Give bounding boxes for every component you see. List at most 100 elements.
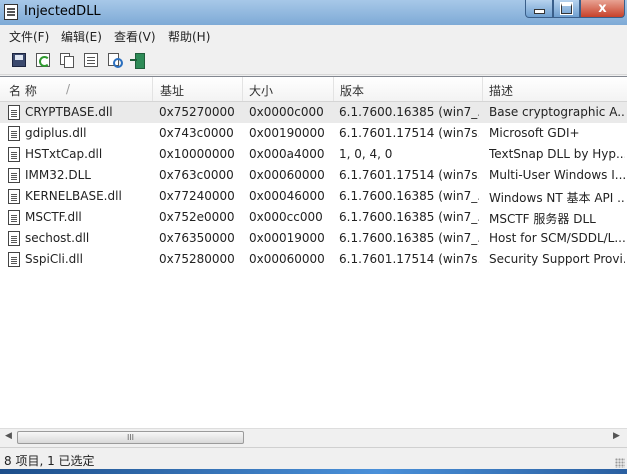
table-row[interactable]: sechost.dll 0x76350000 0x00019000 6.1.76… bbox=[0, 228, 627, 249]
cell-name: gdiplus.dll bbox=[25, 126, 87, 140]
cell-version: 6.1.7601.17514 (win7s... bbox=[339, 168, 479, 182]
cell-description: MSCTF 服务器 DLL bbox=[489, 212, 596, 226]
dll-file-icon bbox=[8, 105, 20, 120]
menu-file[interactable]: 文件(F) bbox=[9, 28, 49, 45]
cell-base: 0x76350000 bbox=[159, 231, 235, 245]
close-icon: x bbox=[598, 1, 607, 16]
taskbar-strip bbox=[0, 469, 627, 474]
scrollbar-grip-icon: III bbox=[126, 433, 135, 442]
column-header-base[interactable]: 基址 bbox=[160, 82, 184, 99]
dll-file-icon bbox=[8, 126, 20, 141]
cell-name: CRYPTBASE.dll bbox=[25, 105, 113, 119]
exit-icon bbox=[130, 53, 145, 69]
cell-size: 0x00046000 bbox=[249, 189, 325, 203]
menu-help[interactable]: 帮助(H) bbox=[168, 28, 210, 45]
cell-base: 0x763c0000 bbox=[159, 168, 234, 182]
scroll-left-icon[interactable]: ◀ bbox=[5, 431, 12, 441]
cell-description: Multi-User Windows I... bbox=[489, 168, 625, 182]
cell-base: 0x743c0000 bbox=[159, 126, 234, 140]
cell-description: Host for SCM/SDDL/L... bbox=[489, 231, 625, 245]
cell-version: 1, 0, 4, 0 bbox=[339, 147, 393, 161]
search-button[interactable] bbox=[106, 51, 124, 69]
save-icon bbox=[12, 53, 26, 67]
window-title: InjectedDLL bbox=[24, 4, 101, 19]
resize-grip-icon[interactable] bbox=[615, 458, 625, 468]
cell-description: TextSnap DLL by Hyp... bbox=[489, 147, 625, 161]
column-divider[interactable] bbox=[152, 77, 153, 101]
cell-name: HSTxtCap.dll bbox=[25, 147, 103, 161]
cell-base: 0x10000000 bbox=[159, 147, 235, 161]
scrollbar-thumb[interactable]: III bbox=[17, 431, 244, 444]
cell-name: sechost.dll bbox=[25, 231, 90, 245]
dll-file-icon bbox=[8, 231, 20, 246]
toolbar bbox=[0, 47, 627, 75]
table-row[interactable]: IMM32.DLL 0x763c0000 0x00060000 6.1.7601… bbox=[0, 165, 627, 186]
app-icon bbox=[4, 4, 18, 20]
save-button[interactable] bbox=[10, 51, 28, 69]
cell-description: Security Support Provi... bbox=[489, 252, 625, 266]
dll-list[interactable]: 名 称 / 基址 大小 版本 描述 CRYPTBASE.dll 0x752700… bbox=[0, 76, 627, 429]
cell-size: 0x00019000 bbox=[249, 231, 325, 245]
refresh-icon bbox=[36, 53, 50, 67]
table-row[interactable]: CRYPTBASE.dll 0x75270000 0x0000c000 6.1.… bbox=[0, 102, 627, 123]
table-row[interactable]: MSCTF.dll 0x752e0000 0x000cc000 6.1.7600… bbox=[0, 207, 627, 228]
dll-file-icon bbox=[8, 252, 20, 267]
cell-base: 0x75270000 bbox=[159, 105, 235, 119]
title-bar[interactable]: InjectedDLL x bbox=[0, 0, 627, 25]
menu-edit[interactable]: 编辑(E) bbox=[61, 28, 102, 45]
column-header-description[interactable]: 描述 bbox=[489, 82, 513, 99]
maximize-button[interactable] bbox=[553, 0, 580, 18]
cell-description: Microsoft GDI+ bbox=[489, 126, 580, 140]
table-row[interactable]: HSTxtCap.dll 0x10000000 0x000a4000 1, 0,… bbox=[0, 144, 627, 165]
cell-description: Windows NT 基本 API ... bbox=[489, 191, 625, 205]
cell-base: 0x75280000 bbox=[159, 252, 235, 266]
close-button[interactable]: x bbox=[580, 0, 625, 18]
column-header-version[interactable]: 版本 bbox=[340, 82, 364, 99]
minimize-icon bbox=[533, 9, 545, 14]
horizontal-scrollbar[interactable]: ◀ III ▶ bbox=[0, 428, 627, 446]
table-row[interactable]: SspiCli.dll 0x75280000 0x00060000 6.1.76… bbox=[0, 249, 627, 270]
column-header-size[interactable]: 大小 bbox=[249, 82, 273, 99]
column-divider[interactable] bbox=[242, 77, 243, 101]
cell-size: 0x0000c000 bbox=[249, 105, 324, 119]
scroll-right-icon[interactable]: ▶ bbox=[613, 431, 620, 441]
table-row[interactable]: gdiplus.dll 0x743c0000 0x00190000 6.1.76… bbox=[0, 123, 627, 144]
cell-version: 6.1.7601.17514 (win7s... bbox=[339, 252, 479, 266]
sort-indicator-icon: / bbox=[66, 82, 71, 96]
copy-button[interactable] bbox=[58, 51, 76, 69]
cell-name: KERNELBASE.dll bbox=[25, 189, 122, 203]
app-window: InjectedDLL x 文件(F) 编辑(E) 查看(V) 帮助(H) 名 … bbox=[0, 0, 627, 474]
exit-button[interactable] bbox=[128, 51, 146, 69]
cell-name: IMM32.DLL bbox=[25, 168, 91, 182]
cell-version: 6.1.7600.16385 (win7_... bbox=[339, 210, 479, 224]
minimize-button[interactable] bbox=[525, 0, 553, 18]
dll-file-icon bbox=[8, 189, 20, 204]
table-row[interactable]: KERNELBASE.dll 0x77240000 0x00046000 6.1… bbox=[0, 186, 627, 207]
list-header: 名 称 / 基址 大小 版本 描述 bbox=[0, 77, 627, 102]
cell-size: 0x00190000 bbox=[249, 126, 325, 140]
search-icon bbox=[108, 53, 123, 68]
cell-size: 0x000a4000 bbox=[249, 147, 325, 161]
cell-version: 6.1.7601.17514 (win7s... bbox=[339, 126, 479, 140]
refresh-button[interactable] bbox=[34, 51, 52, 69]
dll-file-icon bbox=[8, 210, 20, 225]
copy-icon bbox=[60, 53, 74, 68]
column-divider[interactable] bbox=[333, 77, 334, 101]
column-divider[interactable] bbox=[482, 77, 483, 101]
cell-version: 6.1.7600.16385 (win7_... bbox=[339, 189, 479, 203]
maximize-icon bbox=[560, 2, 573, 15]
cell-base: 0x752e0000 bbox=[159, 210, 235, 224]
properties-button[interactable] bbox=[82, 51, 100, 69]
cell-version: 6.1.7600.16385 (win7_... bbox=[339, 105, 479, 119]
properties-icon bbox=[84, 53, 98, 67]
column-header-name[interactable]: 名 称 bbox=[9, 82, 37, 99]
menu-view[interactable]: 查看(V) bbox=[114, 28, 156, 45]
dll-file-icon bbox=[8, 147, 20, 162]
cell-description: Base cryptographic A... bbox=[489, 105, 625, 119]
menu-bar: 文件(F) 编辑(E) 查看(V) 帮助(H) bbox=[0, 25, 627, 46]
cell-size: 0x000cc000 bbox=[249, 210, 323, 224]
dll-file-icon bbox=[8, 168, 20, 183]
cell-size: 0x00060000 bbox=[249, 252, 325, 266]
cell-version: 6.1.7600.16385 (win7_... bbox=[339, 231, 479, 245]
cell-base: 0x77240000 bbox=[159, 189, 235, 203]
